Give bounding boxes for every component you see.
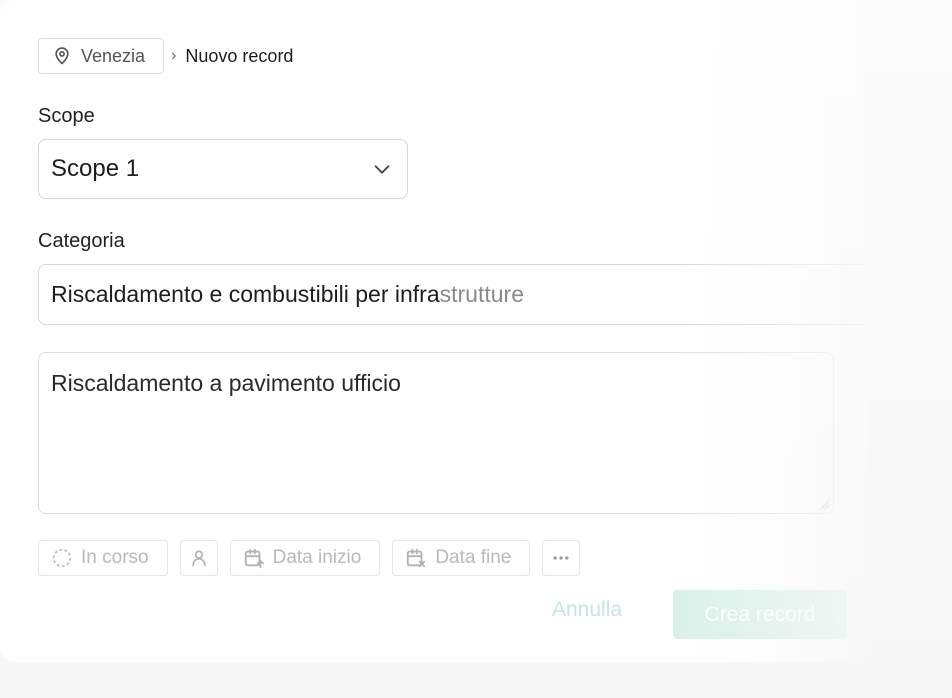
description-textarea[interactable]: Riscaldamento a pavimento ufficio: [38, 352, 834, 514]
breadcrumb-separator: ›: [171, 47, 177, 64]
scope-select[interactable]: Scope 1: [38, 139, 408, 199]
location-label: Venezia: [81, 45, 146, 66]
category-value: Riscaldamento e combustibili per infra: [51, 281, 440, 307]
breadcrumb-current: Nuovo record: [185, 45, 294, 66]
breadcrumb: Venezia › Nuovo record: [38, 38, 293, 74]
stage: Venezia › Nuovo record Scope Scope 1 Cat…: [0, 0, 952, 698]
scope-value: Scope 1: [51, 155, 140, 182]
assignee-chip[interactable]: [179, 540, 218, 576]
cancel-button[interactable]: Annulla: [552, 598, 622, 622]
map-pin-icon: [55, 47, 69, 65]
new-record-dialog: Venezia › Nuovo record Scope Scope 1 Cat…: [0, 0, 868, 662]
status-chip[interactable]: In corso: [38, 540, 168, 576]
more-horizontal-icon: [553, 556, 569, 560]
status-label: In corso: [81, 547, 149, 568]
location-chip[interactable]: Venezia: [38, 38, 165, 74]
category-input[interactable]: Riscaldamento e combustibili per infra st…: [38, 264, 868, 325]
category-value-overflow: strutture: [439, 281, 524, 307]
calendar-arrow-icon: [244, 548, 264, 569]
category-label: Categoria: [38, 230, 125, 252]
record-properties: In corso Data inizio Data fine: [38, 540, 592, 576]
more-options-button[interactable]: [542, 540, 581, 576]
end-date-chip[interactable]: Data fine: [392, 540, 531, 576]
scope-label: Scope: [38, 105, 95, 127]
description-value: Riscaldamento a pavimento ufficio: [51, 370, 401, 396]
user-icon: [191, 550, 206, 567]
dashed-circle-icon: [52, 548, 72, 568]
chevron-down-icon: [374, 165, 390, 174]
end-date-label: Data fine: [435, 547, 512, 568]
resize-grip-icon[interactable]: [818, 498, 830, 510]
create-record-button[interactable]: Crea record: [673, 590, 847, 639]
start-date-label: Data inizio: [272, 547, 362, 568]
calendar-x-icon: [407, 548, 426, 568]
start-date-chip[interactable]: Data inizio: [229, 540, 381, 576]
